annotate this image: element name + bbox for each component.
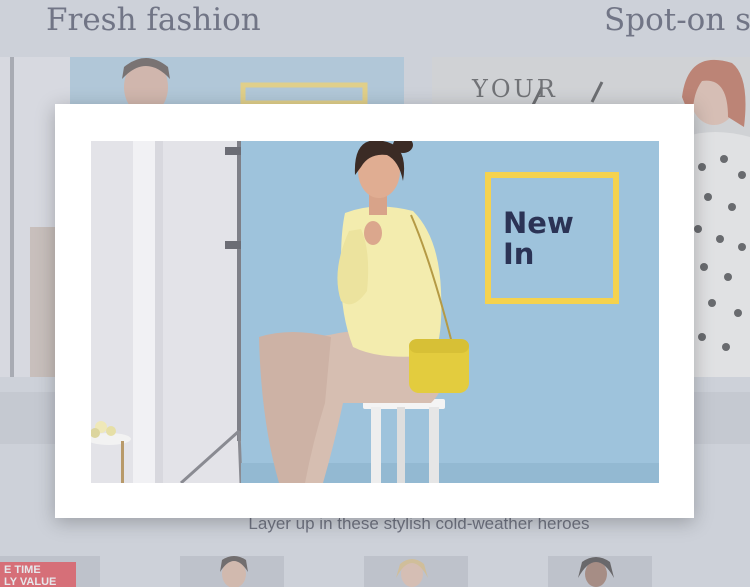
image-modal: New In (55, 104, 694, 518)
new-in-label: New In (485, 172, 619, 304)
new-in-label-line-1: New (503, 206, 574, 240)
new-in-image[interactable]: New In (91, 141, 659, 483)
new-in-label-line-2: In (503, 237, 535, 271)
